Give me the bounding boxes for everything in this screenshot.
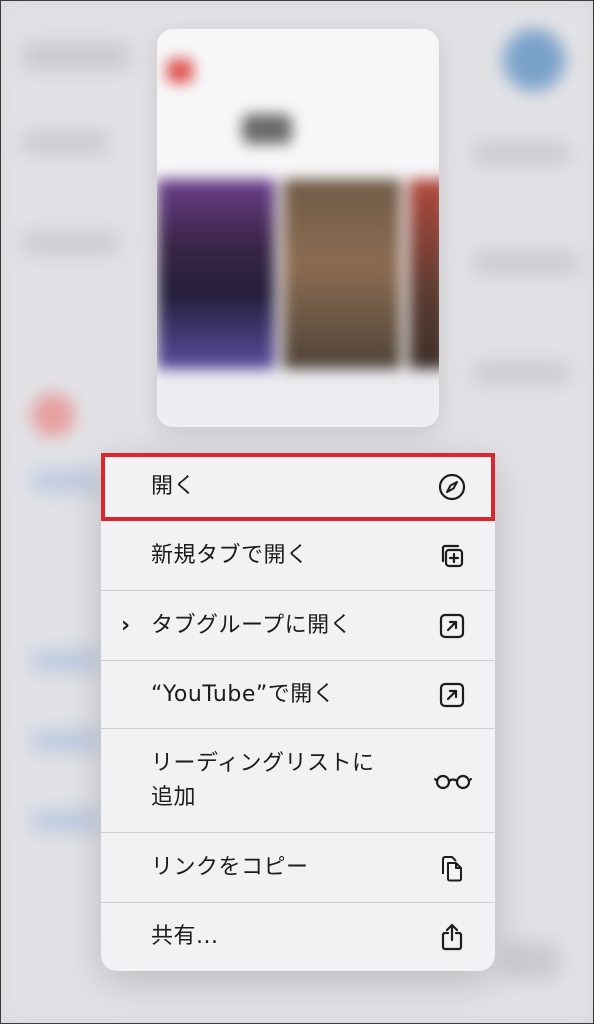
menu-item-label: リンクをコピー [151, 854, 309, 880]
menu-item-open[interactable]: 開く [101, 453, 495, 521]
chevron-right-icon: › [121, 613, 131, 638]
blurred-badge [31, 393, 75, 437]
context-menu: 開く 新規タブで開く › タブグループに開く “YouTube”で開く リーディ… [101, 453, 495, 971]
menu-item-label: “YouTube”で開く [151, 681, 336, 707]
new-tab-plus-icon [437, 541, 467, 571]
menu-item-label: 新規タブで開く [151, 542, 309, 568]
link-preview-card[interactable] [157, 29, 439, 427]
menu-item-copy-link[interactable]: リンクをコピー [101, 833, 495, 903]
reading-glasses-icon [433, 766, 473, 796]
menu-item-open-in-tab-group[interactable]: › タブグループに開く [101, 591, 495, 661]
menu-item-open-new-tab[interactable]: 新規タブで開く [101, 521, 495, 591]
menu-item-label: リーディングリストに追加 [151, 750, 375, 810]
menu-item-label: 開く [151, 473, 197, 499]
menu-item-label: タブグループに開く [151, 612, 353, 638]
copy-documents-icon [437, 853, 467, 883]
menu-item-label: 共有... [151, 924, 219, 949]
menu-item-share[interactable]: 共有... [101, 903, 495, 971]
compass-icon [437, 472, 467, 502]
screen-frame: 開く 新規タブで開く › タブグループに開く “YouTube”で開く リーディ… [0, 0, 594, 1024]
blurred-avatar [503, 29, 565, 91]
open-external-arrow-icon [437, 680, 467, 710]
share-icon [437, 922, 467, 952]
open-external-arrow-icon [437, 611, 467, 641]
menu-item-add-to-reading-list[interactable]: リーディングリストに追加 [101, 729, 495, 833]
menu-item-open-in-youtube[interactable]: “YouTube”で開く [101, 661, 495, 729]
